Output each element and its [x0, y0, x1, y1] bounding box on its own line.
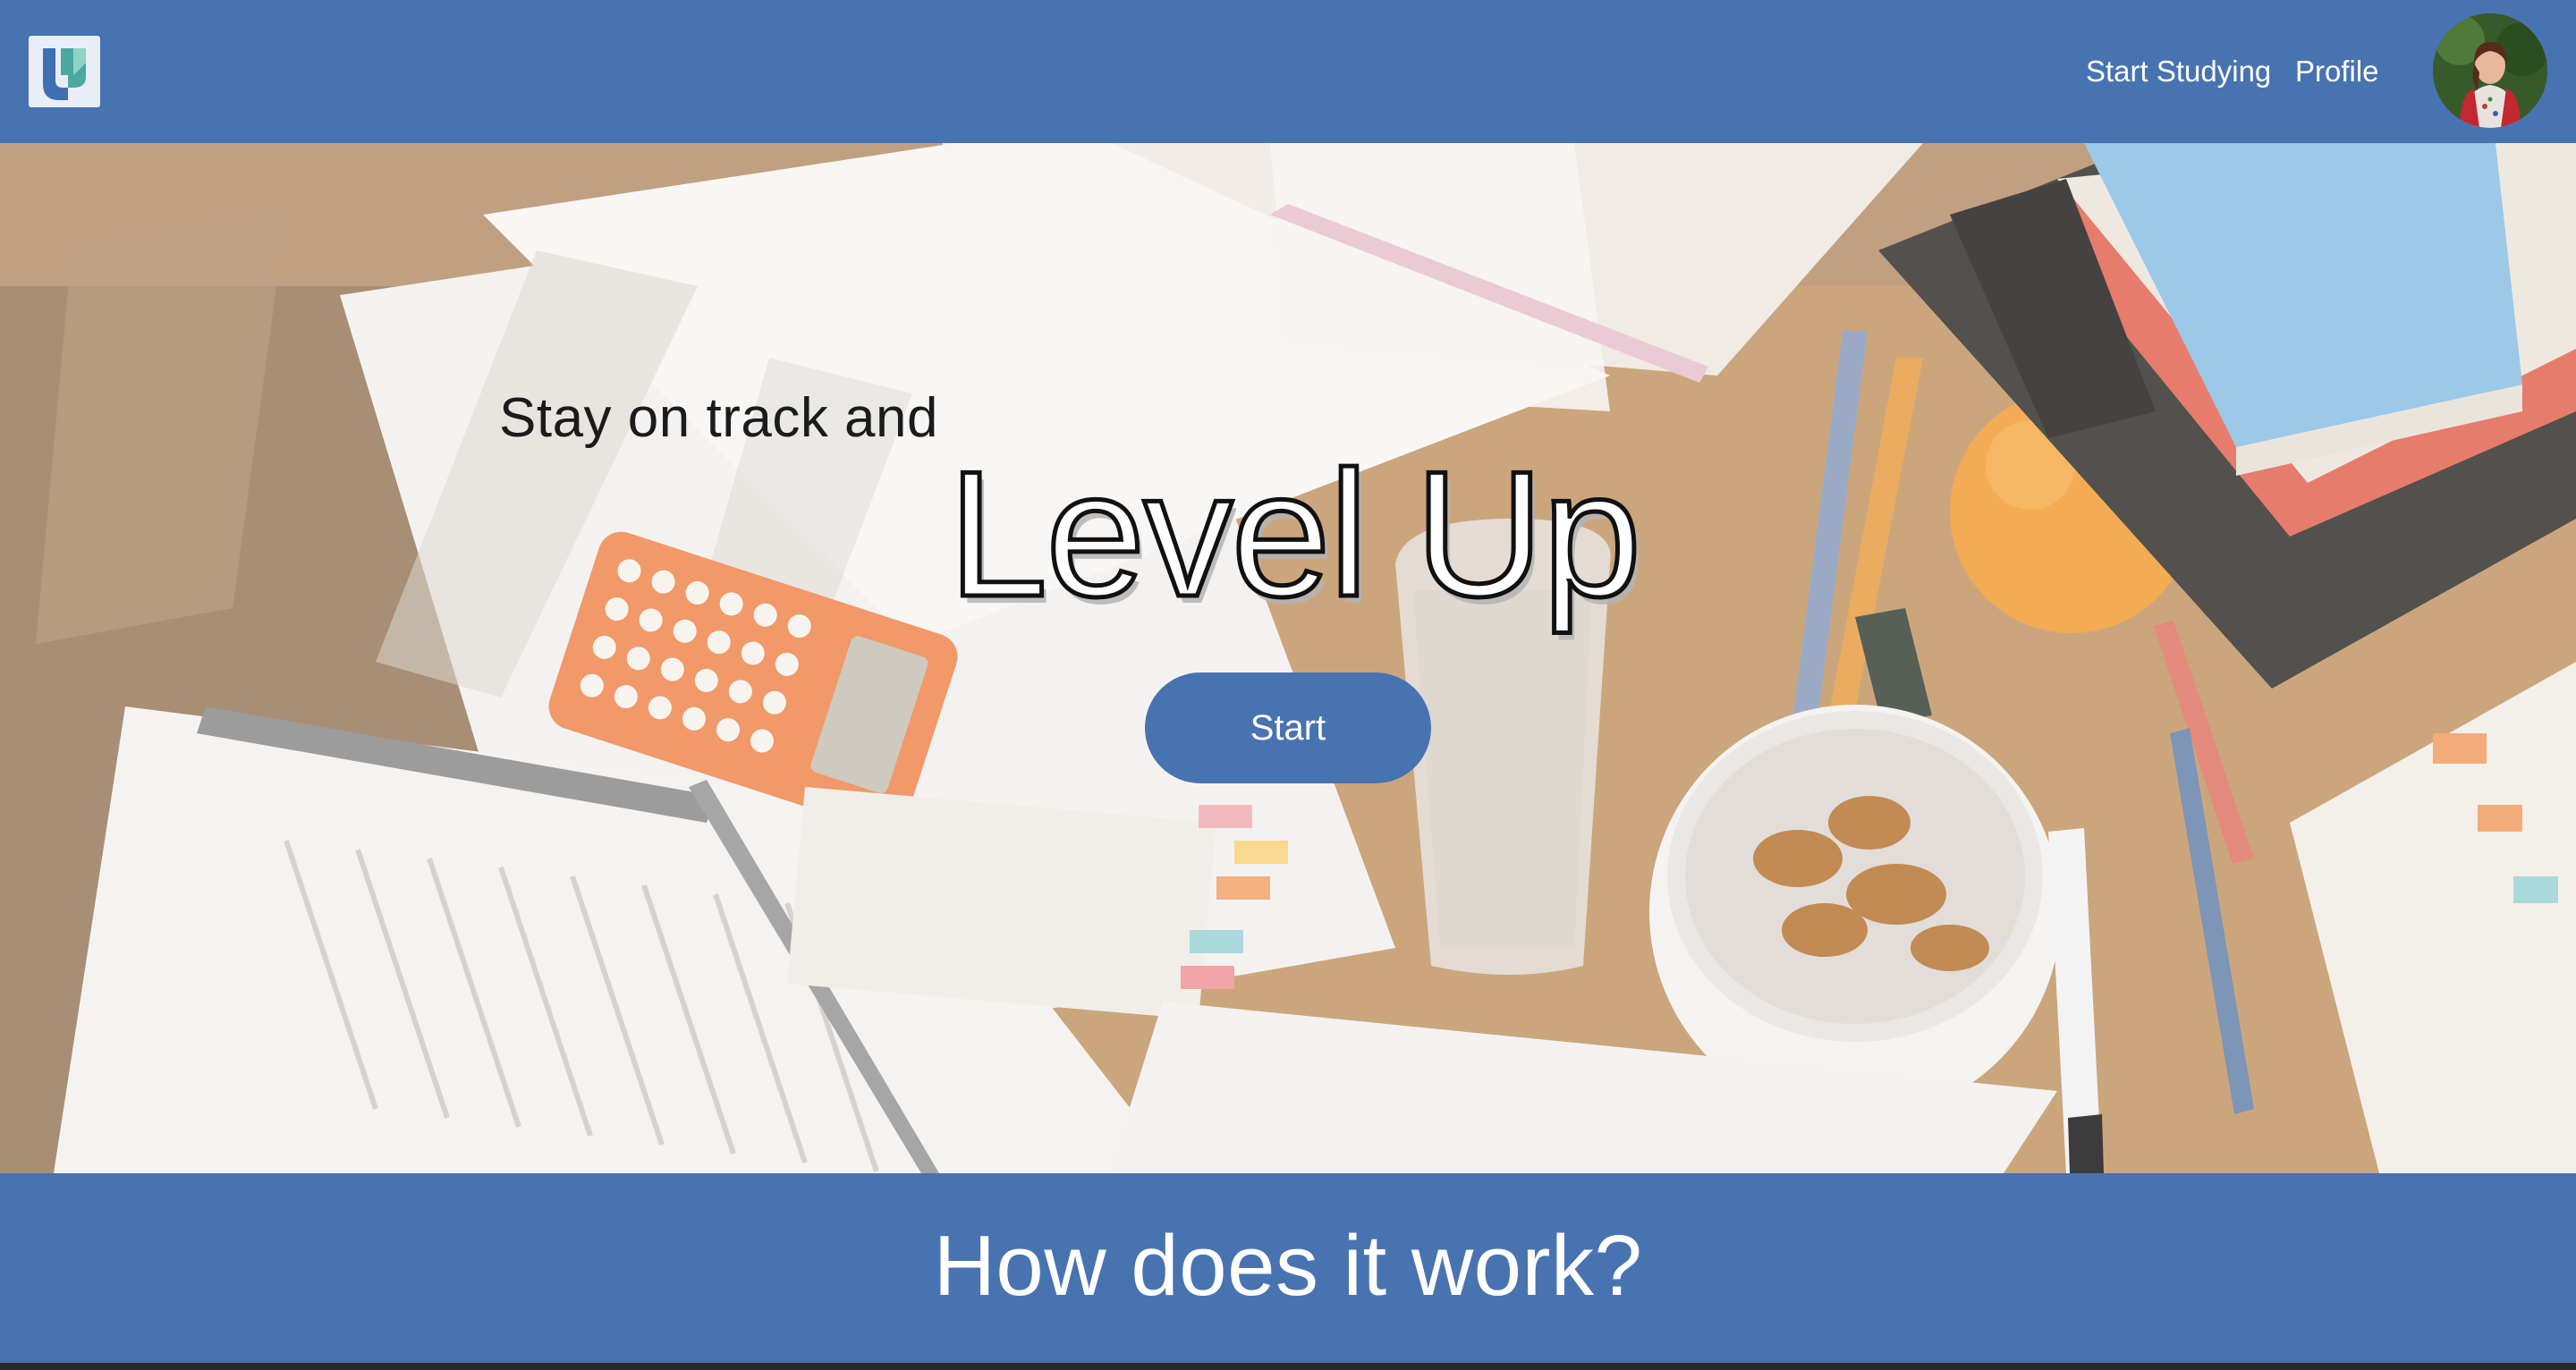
top-navbar: Start Studying Profile	[0, 0, 2576, 143]
start-button[interactable]: Start	[1145, 672, 1431, 783]
page-bottom-edge	[0, 1363, 2576, 1370]
study-desk-photo	[0, 143, 2576, 1173]
how-it-works-title: How does it work?	[933, 1218, 1643, 1314]
level-up-logo-icon[interactable]	[29, 36, 100, 107]
nav-link-start-studying[interactable]: Start Studying	[2086, 52, 2271, 91]
hero-headline: Level Up	[945, 433, 1643, 637]
hero-tagline: Stay on track and	[499, 387, 938, 449]
nav-link-profile[interactable]: Profile	[2295, 52, 2379, 91]
hero-section: Stay on track and Level Up Start	[0, 143, 2576, 1173]
user-avatar-icon[interactable]	[2433, 13, 2547, 128]
how-it-works-section: How does it work?	[0, 1173, 2576, 1363]
